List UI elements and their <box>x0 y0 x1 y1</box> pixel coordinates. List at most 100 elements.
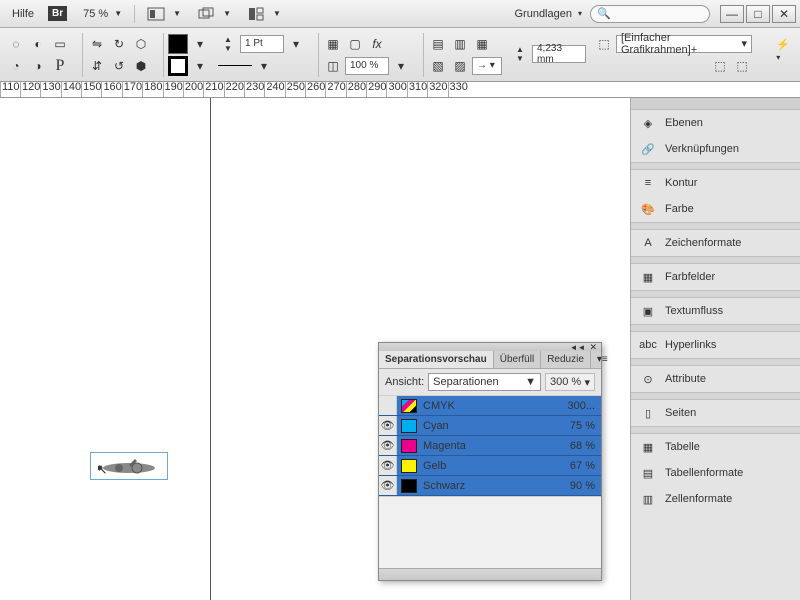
maximize-button[interactable]: □ <box>746 5 770 23</box>
rotate-cw-icon[interactable]: ↻ <box>109 34 129 54</box>
panel-item-label: Hyperlinks <box>665 339 716 351</box>
panel-item-table[interactable]: ▦Tabelle <box>631 434 800 460</box>
panel-item-tablefmt[interactable]: ▤Tabellenformate <box>631 460 800 486</box>
stroke-weight-input[interactable]: 1 Pt <box>240 35 284 53</box>
chevron-down-icon[interactable]: ▼ <box>173 9 181 18</box>
panel-item-hyperlinks[interactable]: abcHyperlinks <box>631 332 800 358</box>
panel-item-textwrap[interactable]: ▣Textumfluss <box>631 298 800 324</box>
tool-icon[interactable]: ⬡ <box>131 34 151 54</box>
tab-flatten[interactable]: Reduzie <box>541 351 591 368</box>
chevron-down-icon[interactable]: ▾ <box>286 34 306 54</box>
chevron-down-icon[interactable]: ▼ <box>273 9 281 18</box>
panel-item-layers[interactable]: ◈Ebenen <box>631 110 800 136</box>
stroke-swatch[interactable] <box>168 56 188 76</box>
chevron-down-icon[interactable]: ▼ <box>114 9 122 18</box>
search-icon: 🔍 <box>597 7 611 20</box>
tool-icon[interactable]: ▦ <box>323 34 343 54</box>
paragraph-icon[interactable]: P <box>50 56 70 76</box>
tool-icon[interactable]: ◔ <box>6 56 26 76</box>
tool-icon[interactable]: ◐ <box>28 34 48 54</box>
ink-value: 68 % <box>570 440 601 452</box>
frame-type-icon[interactable]: ⬚ <box>594 34 614 54</box>
align-icon[interactable]: ▦ <box>472 34 492 54</box>
tool-icon[interactable]: ⬚ <box>710 56 730 76</box>
search-input[interactable]: 🔍 <box>590 5 710 23</box>
ink-row[interactable]: 👁Gelb67 % <box>379 456 601 476</box>
lightning-icon[interactable]: ⚡▾ <box>776 38 790 63</box>
stepper-icon[interactable]: ▲▼ <box>218 34 238 54</box>
tool-icon[interactable]: ▢ <box>345 34 365 54</box>
chevron-down-icon[interactable]: ▾ <box>578 9 582 18</box>
stroke-style-preview[interactable] <box>218 65 252 66</box>
panel-resize-bar[interactable] <box>379 568 601 580</box>
ink-row[interactable]: CMYK300... <box>379 396 601 416</box>
panel-item-stroke[interactable]: ≡Kontur <box>631 170 800 196</box>
panel-item-pages[interactable]: ▯Seiten <box>631 400 800 426</box>
align-icon[interactable]: ▤ <box>428 34 448 54</box>
align-icon[interactable]: ▥ <box>450 34 470 54</box>
frame-width-input[interactable]: 4,233 mm <box>532 45 586 63</box>
stroke-icon: ≡ <box>639 175 657 191</box>
ink-value: 75 % <box>570 420 601 432</box>
rotate-ccw-icon[interactable]: ↺ <box>109 56 129 76</box>
tool-icon[interactable]: ⬚ <box>732 56 752 76</box>
ink-row[interactable]: 👁Schwarz90 % <box>379 476 601 496</box>
tool-icon[interactable]: ◑ <box>28 56 48 76</box>
workspace-selector[interactable]: Grundlagen <box>508 8 578 20</box>
tool-icon[interactable]: ◌ <box>6 34 26 54</box>
tool-icon[interactable]: ◫ <box>323 56 343 76</box>
panel-item-cellfmt[interactable]: ▥Zellenformate <box>631 486 800 512</box>
opacity-input[interactable]: 100 % <box>345 57 389 75</box>
panel-item-charstyle[interactable]: AZeichenformate <box>631 230 800 256</box>
ink-row[interactable]: 👁Magenta68 % <box>379 436 601 456</box>
frame-type-select[interactable]: [Einfacher Grafikrahmen]+▾ <box>616 35 752 53</box>
chevron-down-icon[interactable]: ▾ <box>391 56 411 76</box>
align-icon[interactable]: ▨ <box>450 56 470 76</box>
panel-item-links[interactable]: 🔗Verknüpfungen <box>631 136 800 162</box>
visibility-toggle[interactable]: 👁 <box>379 476 397 495</box>
panel-item-attributes[interactable]: ⊙Attribute <box>631 366 800 392</box>
help-menu[interactable]: Hilfe <box>4 8 42 20</box>
page-guide <box>210 98 211 600</box>
visibility-toggle[interactable]: 👁 <box>379 416 397 435</box>
view-select[interactable]: Separationen▼ <box>428 373 541 391</box>
panel-item-swatches[interactable]: ▦Farbfelder <box>631 264 800 290</box>
stepper-icon[interactable]: ▲▼ <box>510 44 530 64</box>
chevron-down-icon[interactable]: ▾ <box>190 56 210 76</box>
ink-row[interactable]: 👁Cyan75 % <box>379 416 601 436</box>
tab-separations[interactable]: Separationsvorschau <box>379 351 494 368</box>
charstyle-icon: A <box>639 235 657 251</box>
visibility-toggle[interactable]: 👁 <box>379 456 397 475</box>
panel-menu-icon[interactable]: ▾≡ <box>591 351 614 368</box>
flip-v-icon[interactable]: ⇵ <box>87 56 107 76</box>
ink-list: CMYK300...👁Cyan75 %👁Magenta68 %👁Gelb67 %… <box>379 396 601 496</box>
view-options-button[interactable] <box>245 5 267 23</box>
arrow-select[interactable]: → ▾ <box>472 57 502 75</box>
preview-zoom[interactable]: 300 %▾ <box>545 373 595 391</box>
chevron-down-icon[interactable]: ▾ <box>190 34 210 54</box>
panel-item-color[interactable]: 🎨Farbe <box>631 196 800 222</box>
selected-frame[interactable]: ↖ <box>90 452 168 480</box>
align-icon[interactable]: ▧ <box>428 56 448 76</box>
chevron-down-icon[interactable]: ▼ <box>223 9 231 18</box>
arrange-button[interactable] <box>195 5 217 23</box>
tool-icon[interactable]: ⬢ <box>131 56 151 76</box>
bridge-button[interactable]: Br <box>48 6 67 21</box>
screen-mode-button[interactable] <box>145 5 167 23</box>
tool-icon[interactable]: ▭ <box>50 34 70 54</box>
close-button[interactable]: ✕ <box>772 5 796 23</box>
chevron-down-icon[interactable]: ▾ <box>254 56 274 76</box>
links-icon: 🔗 <box>639 141 657 157</box>
fill-swatch[interactable] <box>168 34 188 54</box>
fx-icon[interactable]: fx <box>367 34 387 54</box>
visibility-toggle[interactable]: 👁 <box>379 436 397 455</box>
ink-swatch <box>401 419 417 433</box>
visibility-toggle[interactable] <box>379 396 397 415</box>
panel-collapse-bar[interactable] <box>631 98 800 110</box>
panel-item-label: Farbfelder <box>665 271 715 283</box>
flip-h-icon[interactable]: ⇋ <box>87 34 107 54</box>
zoom-level[interactable]: 75 % <box>73 8 114 20</box>
canvas[interactable]: ↖ ◄◄ ✕ Separationsvorschau Überfüll Redu… <box>0 98 630 600</box>
tab-trap[interactable]: Überfüll <box>494 351 541 368</box>
minimize-button[interactable]: — <box>720 5 744 23</box>
